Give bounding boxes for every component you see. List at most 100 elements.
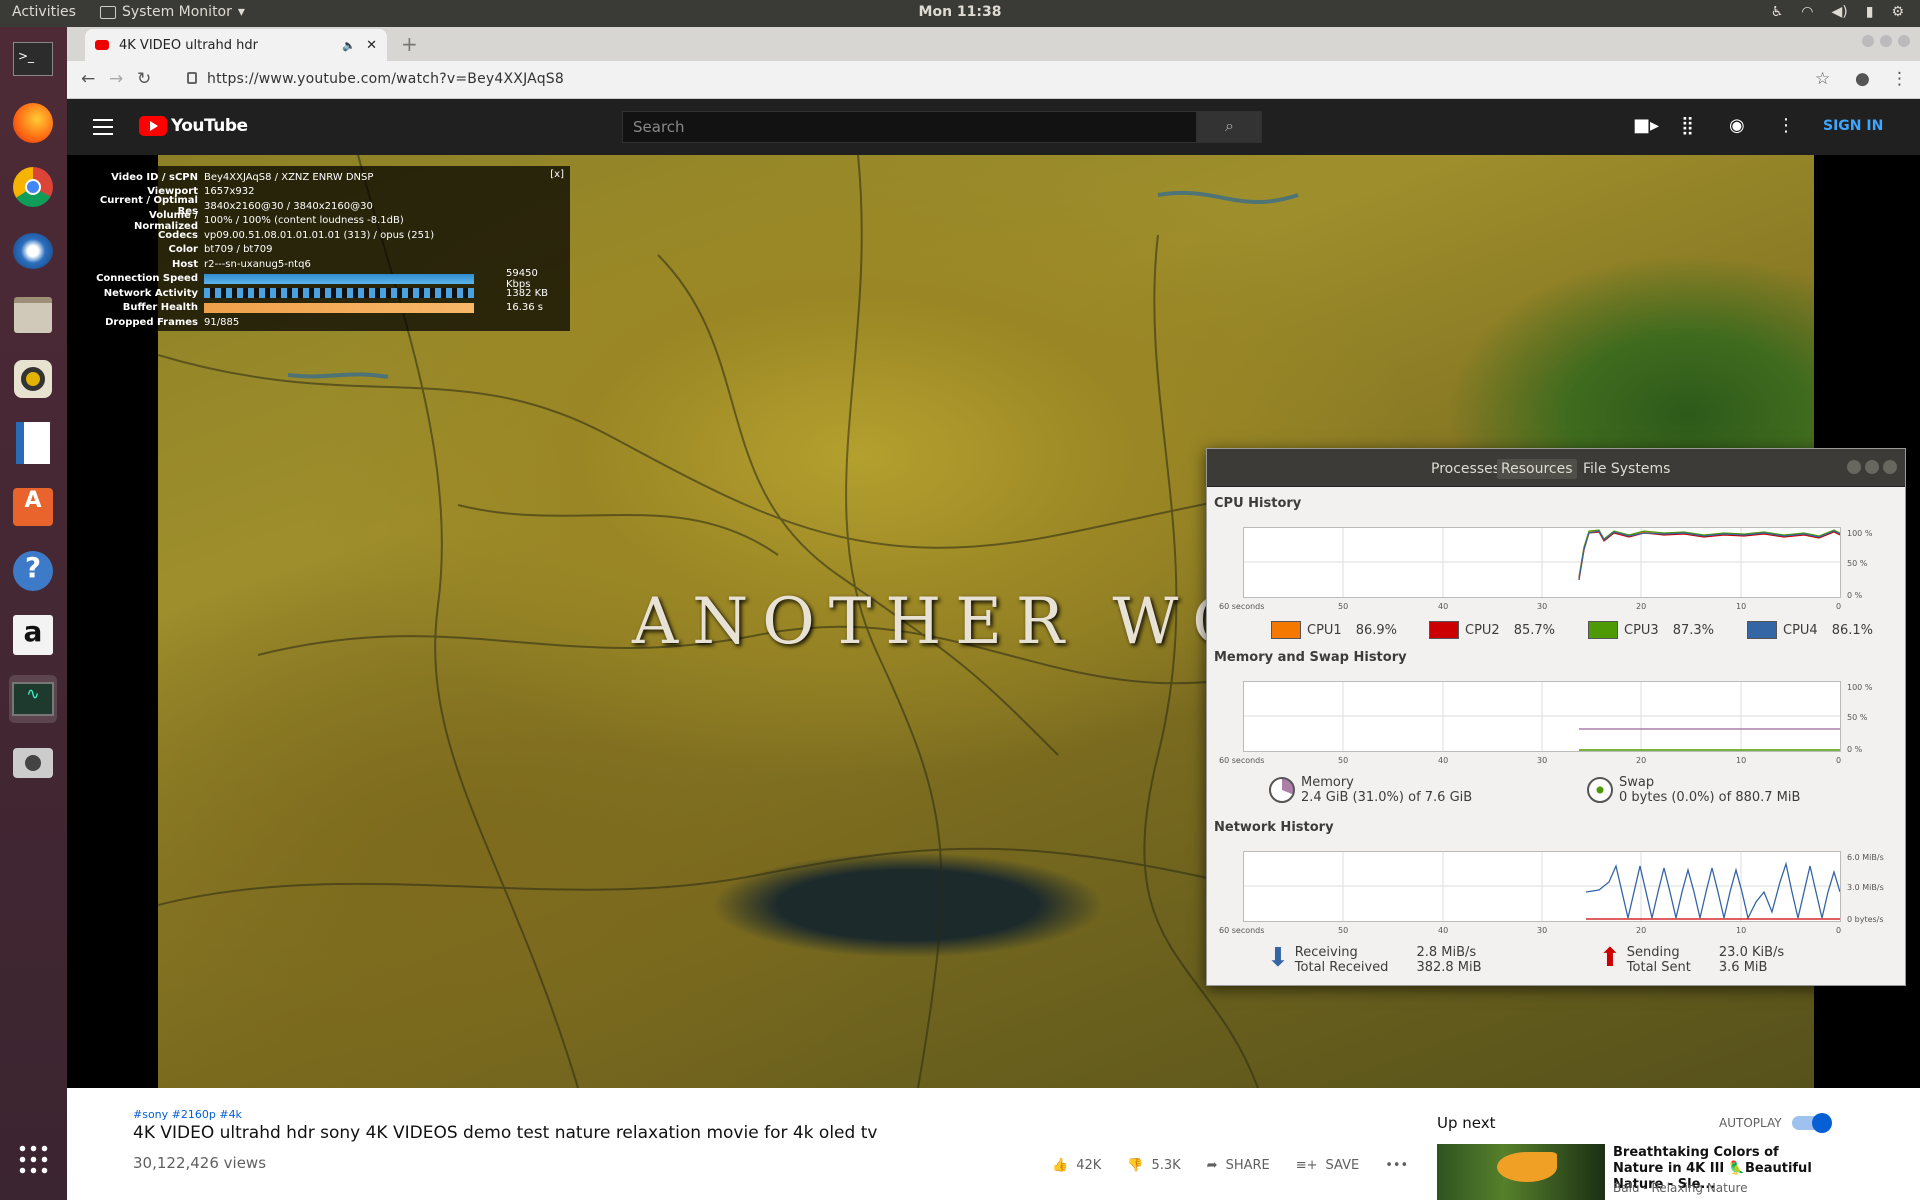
cpu4-legend[interactable]: CPU4 86.1% [1747,621,1873,639]
receiving-rate: 2.8 MiB/s [1416,945,1477,960]
gear-icon[interactable]: ⚙ [1891,4,1904,20]
app-menu-label: System Monitor [122,4,232,20]
software-icon[interactable]: A [9,483,57,531]
apps-icon[interactable]: ⣿ [1681,115,1694,136]
launcher: >_ A ? a ∿ [0,27,67,1200]
terminal-icon[interactable]: >_ [9,35,57,83]
close-button[interactable] [1898,35,1910,47]
app-menu[interactable]: System Monitor ▾ [100,4,245,20]
url-field[interactable]: https://www.youtube.com/watch?v=Bey4XXJA… [207,71,564,87]
writer-icon[interactable] [9,419,57,467]
upload-arrow-icon[interactable]: ⬆ [1599,945,1621,971]
close-button[interactable] [1883,460,1897,474]
maximize-button[interactable] [1880,35,1892,47]
more-actions-button[interactable]: ••• [1385,1158,1408,1173]
help-icon[interactable]: ? [9,547,57,595]
amazon-icon[interactable]: a [9,611,57,659]
battery-icon[interactable]: ▮ [1866,4,1874,20]
cpu1-swatch[interactable] [1271,621,1301,639]
share-button[interactable]: ➦ SHARE [1207,1158,1270,1173]
swap-legend: Swap 0 bytes (0.0%) of 880.7 MiB [1587,775,1800,805]
audio-playing-icon[interactable]: 🔈 [342,39,356,52]
dislike-button[interactable]: 👎 5.3K [1127,1158,1180,1173]
like-button[interactable]: 👍 42K [1052,1158,1101,1173]
memory-pie-icon[interactable] [1269,777,1295,803]
hashtags[interactable]: #sony #2160p #4k [133,1108,242,1121]
wifi-icon[interactable]: ◠ [1801,4,1813,20]
x-tick: 60 seconds [1219,756,1265,765]
screenshot-icon[interactable] [9,739,57,787]
tab-file-systems[interactable]: File Systems [1579,459,1674,479]
clock[interactable]: Mon 11:38 [919,4,1002,20]
x-tick: 10 [1736,756,1747,765]
tab-processes[interactable]: Processes [1427,459,1504,479]
sign-in-button[interactable]: SIGN IN [1823,118,1883,134]
autoplay-toggle[interactable] [1791,1113,1832,1133]
next-video-thumbnail[interactable] [1437,1144,1605,1200]
create-video-icon[interactable]: ■▸ [1633,115,1659,136]
minimize-button[interactable] [1847,460,1861,474]
tab-resources[interactable]: Resources [1497,459,1577,479]
apps-grid-icon[interactable] [9,1135,57,1183]
browser-tab[interactable]: 4K VIDEO ultrahd hdr 🔈 ✕ [85,29,387,61]
cpu3-legend[interactable]: CPU3 87.3% [1588,621,1714,639]
cpu2-legend[interactable]: CPU2 85.7% [1429,621,1555,639]
x-tick: 0 [1836,756,1842,765]
window-controls [1862,35,1910,47]
new-tab-button[interactable]: + [401,32,418,56]
hamburger-menu-icon[interactable] [93,119,113,135]
stats-key: Codecs [157,229,198,241]
window-header: Processes Resources File Systems [1207,449,1905,487]
window-controls [1847,460,1897,474]
y-tick: 50 % [1847,559,1868,568]
download-arrow-icon[interactable]: ⬇ [1267,945,1289,971]
memory-history-title: Memory and Swap History [1214,650,1407,665]
cpu4-swatch[interactable] [1747,621,1777,639]
files-icon[interactable] [9,291,57,339]
thunderbird-icon[interactable] [9,227,57,275]
minimize-button[interactable] [1862,35,1874,47]
profile-icon[interactable]: ● [1855,69,1870,89]
maximize-button[interactable] [1865,460,1879,474]
back-arrow-icon[interactable]: ← [81,69,95,89]
volume-icon[interactable]: ◀) [1831,4,1847,20]
menu-kebab-icon[interactable]: ⋮ [1891,69,1908,89]
stats-value: bt709 / bt709 [204,244,273,256]
youtube-logo[interactable]: YouTube [139,116,248,136]
cpu-graph-svg [1244,528,1841,597]
swap-pie-icon[interactable] [1587,777,1613,803]
forward-arrow-icon[interactable]: → [109,69,123,89]
sending-label: Sending [1626,945,1680,960]
settings-kebab-icon[interactable]: ⋮ [1777,115,1795,136]
tab-close-icon[interactable]: ✕ [366,38,377,53]
stats-row: Host r2---sn-uxanug5-ntq6 [84,257,564,272]
network-graph-svg [1244,852,1841,921]
autoplay-control: AUTOPLAY [1719,1113,1832,1133]
save-button[interactable]: ≡+ SAVE [1296,1158,1359,1173]
memory-graph [1243,681,1841,752]
search-input[interactable]: Search [622,111,1197,143]
search-button[interactable]: ⌕ [1197,111,1262,143]
system-tray[interactable]: ♿ ◠ ◀) ▮ ⚙ [1771,4,1904,20]
stats-row: Color bt709 / bt709 [84,243,564,258]
next-video-channel[interactable]: Balu - Relaxing Nature [1613,1181,1748,1195]
firefox-icon[interactable] [9,99,57,147]
activities-button[interactable]: Activities [12,4,76,20]
stats-close-button[interactable]: [x] [550,169,564,180]
messages-icon[interactable]: ◉ [1729,115,1745,136]
youtube-play-logo-icon [139,116,167,136]
cpu1-legend[interactable]: CPU1 86.9% [1271,621,1397,639]
chrome-icon[interactable] [9,163,57,211]
rhythmbox-icon[interactable] [9,355,57,403]
star-icon[interactable]: ☆ [1815,69,1830,89]
cpu2-swatch[interactable] [1429,621,1459,639]
stats-value: Bey4XXJAqS8 / XZNZ ENRW DNSP [204,171,374,183]
reload-icon[interactable]: ↻ [137,69,151,89]
system-monitor-icon[interactable]: ∿ [9,675,57,723]
accessibility-icon[interactable]: ♿ [1771,4,1784,20]
cpu2-value: 85.7% [1513,622,1556,638]
cpu3-swatch[interactable] [1588,621,1618,639]
x-tick: 60 seconds [1219,602,1265,611]
cpu4-line [1578,530,1841,580]
stats-row: Volume / Normalized 100% / 100% (content … [84,210,564,232]
